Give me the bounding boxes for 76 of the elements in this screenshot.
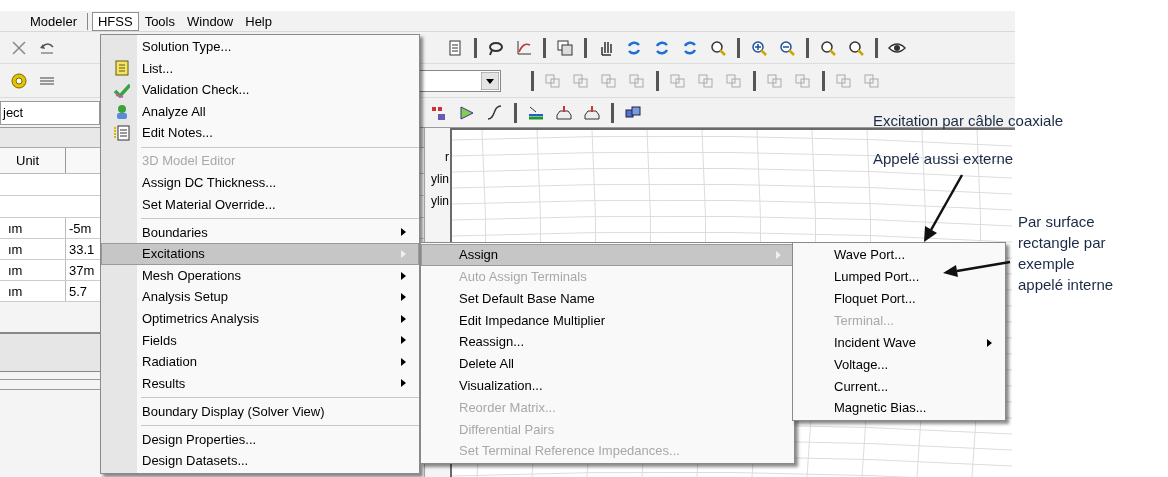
menu-item[interactable]: Edit Notes...: [101, 122, 419, 144]
check-icon: [114, 82, 130, 98]
menu-item[interactable]: Analyze All: [101, 100, 419, 123]
zoom-icon[interactable]: [709, 38, 727, 57]
menu-bar-item[interactable]: Tools: [138, 11, 181, 31]
notes-icon: [114, 125, 130, 142]
menu-bar-item[interactable]: Window: [181, 11, 240, 31]
annotation-text: Appelé aussi externe: [873, 149, 1014, 169]
tray-icon[interactable]: [555, 103, 573, 122]
menu-item[interactable]: Design Datasets...: [101, 450, 419, 472]
graph-icon[interactable]: [515, 38, 533, 57]
menu-item[interactable]: Wave Port...: [793, 244, 1005, 266]
menu-item[interactable]: Optimetrics Analysis: [101, 307, 419, 330]
menu-item[interactable]: Floquet Port...: [793, 287, 1005, 310]
arrow: [924, 174, 964, 242]
table-cell: ım: [0, 239, 66, 259]
dropdown-icon[interactable]: [481, 71, 499, 90]
menu-item[interactable]: Delete All: [421, 353, 794, 375]
menu-item[interactable]: Boundaries: [101, 221, 419, 244]
table-cell-text: -5m: [68, 220, 93, 238]
tree-label: ylin: [430, 194, 450, 208]
curve-icon[interactable]: [486, 103, 504, 122]
menu-item[interactable]: Results: [101, 372, 419, 395]
zoom-icon[interactable]: [819, 38, 837, 57]
menu-item[interactable]: Current...: [793, 375, 1005, 398]
zoom-in-icon[interactable]: [750, 38, 768, 57]
menu-item[interactable]: Voltage...: [793, 353, 1005, 376]
menu-item[interactable]: Incident Wave: [793, 331, 1005, 354]
table-cell-text: 5.7: [68, 283, 89, 301]
object-field[interactable]: ject: [0, 100, 100, 125]
menu-item[interactable]: List...: [101, 57, 419, 80]
menu-item[interactable]: Fields: [101, 329, 419, 352]
menu-item[interactable]: Magnetic Bias...: [793, 397, 1005, 420]
triangle-icon[interactable]: [458, 103, 476, 122]
menu-item[interactable]: Lumped Port...: [793, 265, 1005, 288]
column-header[interactable]: Unit: [0, 148, 66, 173]
menu-item[interactable]: Mesh Operations: [101, 264, 419, 287]
annotation-text: rectangle par: [1018, 233, 1107, 253]
arrow: [943, 260, 1011, 277]
table-cell-text: 37m: [68, 262, 96, 280]
menu-item[interactable]: Assign: [421, 244, 794, 266]
menu-bar-item[interactable]: HFSS: [91, 11, 139, 31]
close-icon[interactable]: [10, 38, 28, 57]
menu-item[interactable]: Validation Check...: [101, 79, 419, 101]
menu-bar-item[interactable]: Help: [239, 11, 278, 31]
zoom-icon[interactable]: [847, 38, 865, 57]
menu-item[interactable]: Excitations: [101, 243, 419, 265]
menu-item[interactable]: Solution Type...: [101, 36, 419, 58]
list-icon: [114, 60, 130, 77]
annotation-text: exemple: [1018, 254, 1076, 274]
menu-item[interactable]: Design Properties...: [101, 428, 419, 451]
table-cell: ım: [0, 218, 66, 238]
menu-item[interactable]: Edit Impedance Multiplier: [421, 309, 794, 332]
annotation-text: appelé interne: [1018, 275, 1114, 295]
menu-item[interactable]: Set Default Base Name: [421, 287, 794, 310]
windows-icon[interactable]: [556, 38, 574, 57]
table-cell-text: 33.1: [68, 241, 96, 259]
table-cell: ım: [0, 260, 66, 280]
tree-label: r: [444, 150, 450, 164]
annotation-text: Excitation par câble coaxiale: [873, 111, 1064, 131]
ring-icon[interactable]: [10, 71, 28, 90]
menu-item[interactable]: Set Material Override...: [101, 193, 419, 216]
annotation-text: Par surface: [1018, 212, 1096, 232]
menu-item[interactable]: Boundary Display (Solver View): [101, 400, 419, 423]
zoom-out-icon[interactable]: [778, 38, 796, 57]
menu-item[interactable]: Analysis Setup: [101, 286, 419, 308]
menu-item[interactable]: Reassign...: [421, 331, 794, 353]
tray-icon[interactable]: [583, 103, 601, 122]
document-icon[interactable]: [446, 38, 464, 57]
figure-icon: [114, 103, 130, 120]
menu-item[interactable]: Assign DC Thickness...: [101, 171, 419, 194]
table-cell: ım: [0, 281, 66, 301]
tree-label: ylin: [430, 172, 450, 186]
menu-bar-item[interactable]: Modeler: [24, 11, 83, 31]
menu-item[interactable]: Radiation: [101, 351, 419, 373]
menu-item[interactable]: Visualization...: [421, 374, 794, 397]
